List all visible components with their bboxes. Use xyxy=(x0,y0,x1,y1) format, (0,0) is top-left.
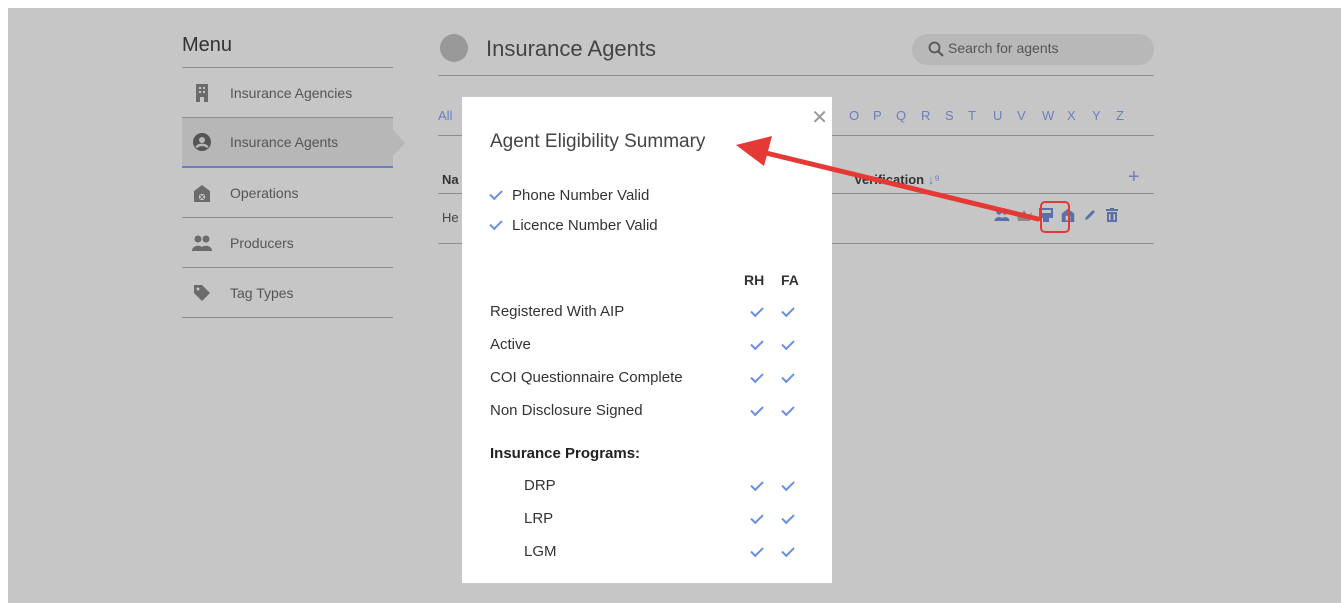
eligibility-label: Non Disclosure Signed xyxy=(490,402,643,419)
tag-icon xyxy=(192,283,212,303)
sidebar-item-operations[interactable]: Operations xyxy=(182,168,393,218)
sidebar-item-label: Insurance Agents xyxy=(230,134,339,150)
row-name-cell: He xyxy=(442,210,459,225)
close-icon[interactable]: ✕ xyxy=(811,105,828,130)
column-header-verification[interactable]: Verification ↓⁹ xyxy=(854,172,940,187)
eligibility-label: COI Questionnaire Complete xyxy=(490,369,683,386)
column-header-rh: RH xyxy=(744,272,765,288)
alpha-filter-letter[interactable]: S xyxy=(945,108,954,123)
alpha-filter-letter[interactable]: W xyxy=(1042,108,1054,123)
sidebar-item-insurance-agents[interactable]: Insurance Agents xyxy=(182,118,405,168)
check-icon xyxy=(489,186,503,201)
eligibility-row: Non Disclosure Signed xyxy=(490,402,810,426)
search-input[interactable] xyxy=(948,40,1138,56)
menu-title: Menu xyxy=(182,34,393,68)
alpha-filter-all[interactable]: All xyxy=(438,108,452,123)
insurance-programs-heading: Insurance Programs: xyxy=(490,445,641,462)
alpha-filter-letter[interactable]: U xyxy=(993,108,1002,123)
check-icon xyxy=(781,303,795,318)
check-icon xyxy=(781,477,795,492)
eligibility-label: Active xyxy=(490,336,531,353)
program-row: LRP xyxy=(490,510,810,534)
eligibility-row: Registered With AIP xyxy=(490,303,810,327)
eligibility-summary-modal: ✕ Agent Eligibility Summary Phone Number… xyxy=(462,97,832,583)
column-header-fa: FA xyxy=(781,272,799,288)
building-icon xyxy=(192,83,212,103)
users-icon[interactable] xyxy=(994,207,1010,223)
check-icon xyxy=(750,477,764,492)
eligibility-label: Registered With AIP xyxy=(490,303,625,320)
sidebar-item-label: Tag Types xyxy=(230,284,294,301)
page-title: Insurance Agents xyxy=(486,36,657,61)
check-icon xyxy=(781,336,795,351)
alpha-filter-letter[interactable]: O xyxy=(849,108,859,123)
search-icon xyxy=(928,41,944,62)
page-header: Insurance Agents xyxy=(438,34,1154,76)
sidebar-item-label: Insurance Agencies xyxy=(230,84,353,101)
check-icon xyxy=(750,369,764,384)
check-icon xyxy=(781,369,795,384)
program-label: DRP xyxy=(524,477,556,494)
program-row: DRP xyxy=(490,477,810,501)
check-icon xyxy=(750,402,764,417)
program-label: LGM xyxy=(524,543,557,560)
add-agent-button[interactable]: + xyxy=(1128,166,1140,189)
alpha-filter-letter[interactable]: P xyxy=(873,108,882,123)
program-row: LGM xyxy=(490,543,810,567)
modal-title: Agent Eligibility Summary xyxy=(490,131,706,152)
users-icon xyxy=(192,233,212,253)
verification-label: Verification xyxy=(854,172,925,187)
alpha-filter-letter[interactable]: X xyxy=(1067,108,1076,123)
trash-icon[interactable] xyxy=(1104,207,1120,223)
alpha-filter-letter[interactable]: R xyxy=(921,108,930,123)
alpha-filter-letter[interactable]: Y xyxy=(1092,108,1101,123)
sidebar-menu: Menu Insurance Agencies Insurance Agents… xyxy=(182,34,405,318)
annotation-highlight-box xyxy=(1040,201,1070,233)
eligibility-row: Active xyxy=(490,336,810,360)
app-window: Menu Insurance Agencies Insurance Agents… xyxy=(8,8,1341,603)
validation-item: Phone Number Valid xyxy=(489,186,650,204)
alpha-filter-letter[interactable]: Q xyxy=(896,108,906,123)
crown-icon[interactable] xyxy=(1016,207,1032,223)
sidebar-item-label: Producers xyxy=(230,234,294,251)
sidebar-item-insurance-agencies[interactable]: Insurance Agencies xyxy=(182,68,393,118)
sidebar-item-tag-types[interactable]: Tag Types xyxy=(182,268,393,318)
alpha-filter-letter[interactable]: Z xyxy=(1116,108,1124,123)
column-header-name[interactable]: Na xyxy=(442,172,459,187)
validation-item: Licence Number Valid xyxy=(489,216,658,234)
sidebar-item-producers[interactable]: Producers xyxy=(182,218,393,268)
user-circle-icon xyxy=(440,34,468,62)
check-icon xyxy=(750,336,764,351)
sort-numeric-icon[interactable]: ↓⁹ xyxy=(928,172,940,187)
check-icon xyxy=(750,543,764,558)
check-icon xyxy=(489,216,503,231)
alpha-filter-letter[interactable]: V xyxy=(1017,108,1026,123)
check-icon xyxy=(750,510,764,525)
pencil-icon[interactable] xyxy=(1082,207,1098,223)
alpha-filter-letter[interactable]: T xyxy=(968,108,976,123)
check-icon xyxy=(781,543,795,558)
search-box[interactable] xyxy=(912,34,1154,65)
barn-icon xyxy=(192,183,212,203)
check-icon xyxy=(781,402,795,417)
program-label: LRP xyxy=(524,510,554,527)
user-circle-icon xyxy=(192,132,212,152)
eligibility-row: COI Questionnaire Complete xyxy=(490,369,810,393)
validation-label: Phone Number Valid xyxy=(512,187,650,204)
main-panel: Insurance Agents All O P Q R S T U V W X… xyxy=(438,34,1154,244)
check-icon xyxy=(781,510,795,525)
sidebar-item-label: Operations xyxy=(230,184,299,201)
validation-label: Licence Number Valid xyxy=(512,217,658,234)
check-icon xyxy=(750,303,764,318)
